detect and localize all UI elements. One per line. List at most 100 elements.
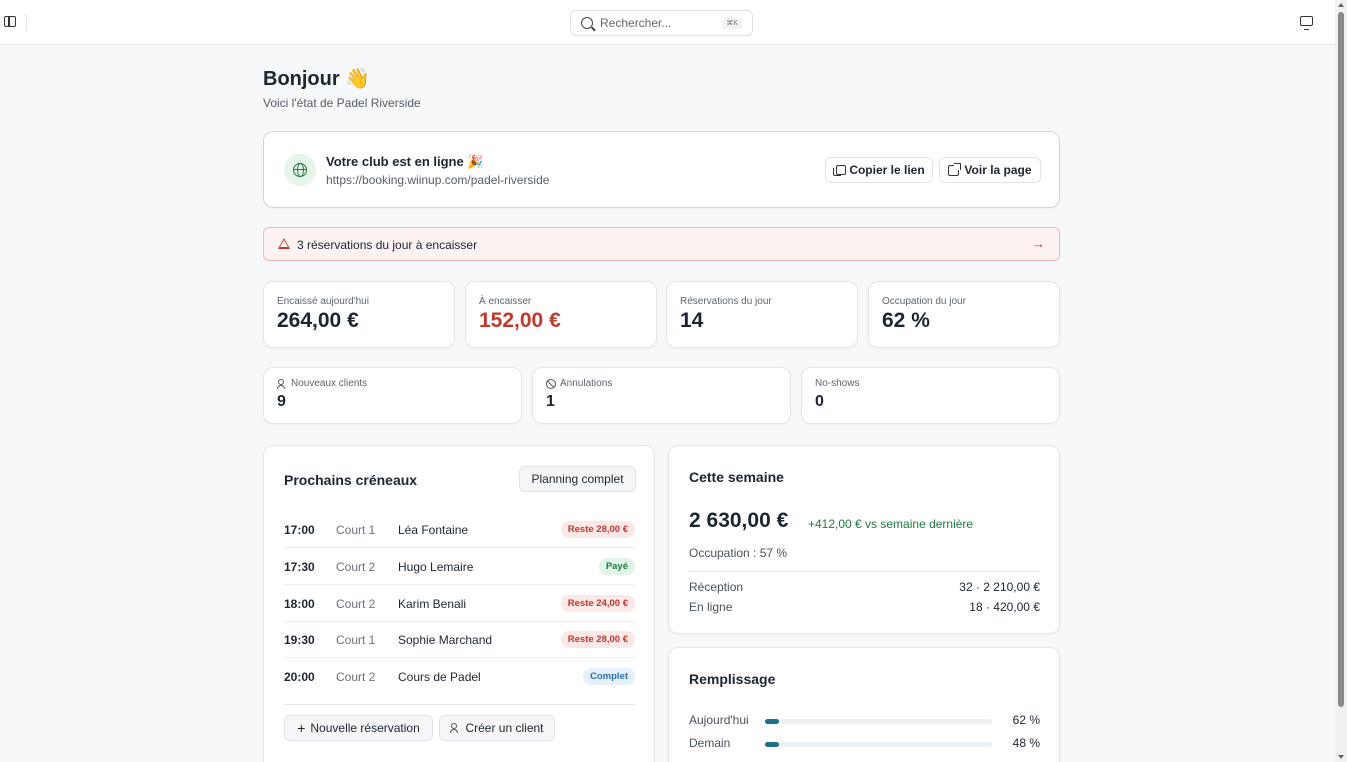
stat-label: Annulations [560,378,613,389]
topbar-divider [26,14,27,30]
full-planning-button[interactable]: Planning complet [519,466,636,492]
slot-time: 17:00 [284,523,315,537]
slot-client-name: Hugo Lemaire [398,560,474,574]
slots-title: Prochains créneaux [284,472,418,488]
stat-label-row: Annulations [546,378,612,389]
arrow-right-icon: → [1032,236,1045,251]
create-client-label: Créer un client [465,721,544,735]
slot-row[interactable]: 17:00 Court 1 Léa Fontaine Reste 28,00 € [284,511,635,548]
view-page-button[interactable]: Voir la page [939,157,1041,183]
slot-time: 17:30 [284,560,315,574]
slot-time: 18:00 [284,597,315,611]
fill-label: Demain [689,736,731,750]
this-week-card: Cette semaine 2 630,00 € +412,00 € vs se… [668,445,1060,634]
stat-value: 9 [277,393,286,410]
reception-row: Réception 32 · 2 210,00 € [689,580,1040,594]
slot-time: 20:00 [284,670,315,684]
booking-url: https://booking.wiinup.com/padel-riversi… [326,173,550,187]
scrollbar-thumb[interactable] [1338,12,1344,707]
stat-value: 264,00 € [277,309,359,332]
create-client-button[interactable]: Créer un client [439,715,555,741]
slot-row[interactable]: 20:00 Court 2 Cours de Padel Complet [284,658,635,695]
search-icon [581,17,593,29]
payment-status-badge: Payé [598,558,635,575]
reception-label: Réception [689,580,744,594]
online-title: Votre club est en ligne 🎉 [326,154,484,169]
slot-row[interactable]: 17:30 Court 2 Hugo Lemaire Payé [284,548,635,585]
ban-icon [546,378,556,389]
external-link-icon [948,162,962,176]
globe-icon [284,154,316,186]
week-revenue-delta: +412,00 € vs semaine dernière [808,517,974,531]
online-label: En ligne [689,600,733,614]
slots-divider [284,704,635,705]
stat-label: No-shows [815,378,860,389]
search-placeholder: Rechercher... [600,16,672,30]
reception-value: 32 · 2 210,00 € [959,580,1040,594]
alert-text: 3 réservations du jour à encaisser [297,238,478,252]
stat-label: Nouveaux clients [291,378,368,389]
slot-client-name: Karim Benali [398,597,467,611]
slot-client-name: Sophie Marchand [398,633,493,647]
capacity-status-badge: Complet [583,668,635,685]
search-shortcut: ⌘K [722,17,742,29]
stat-card-to-collect: À encaisser 152,00 € [465,281,657,348]
scrollbar[interactable] [1335,0,1347,762]
scroll-up-arrow-icon[interactable] [1338,3,1344,7]
new-booking-button[interactable]: + Nouvelle réservation [284,715,433,741]
fill-progress-track [765,742,992,747]
stat-card-occupation-today: Occupation du jour 62 % [868,281,1060,348]
search-input[interactable]: Rechercher... ⌘K [570,10,753,36]
payment-status-badge: Reste 28,00 € [560,521,635,538]
stat-card-new-clients: Nouveaux clients 9 [263,367,522,424]
scroll-down-arrow-icon[interactable] [1338,755,1344,759]
stat-label-row: Nouveaux clients [277,378,367,389]
fill-row: Aujourd'hui 62 % [689,713,1040,729]
stat-label: Occupation du jour [882,296,966,307]
payment-status-badge: Reste 28,00 € [560,631,635,648]
slot-court: Court 1 [336,633,376,647]
slot-court: Court 2 [336,670,376,684]
stat-card-no-shows: No-shows 0 [801,367,1060,424]
warning-icon [278,238,290,249]
slot-court: Court 1 [336,523,376,537]
slot-client-name: Léa Fontaine [398,523,469,537]
payment-alert[interactable]: 3 réservations du jour à encaisser → [263,227,1060,261]
online-status-card: Votre club est en ligne 🎉 https://bookin… [263,131,1060,208]
stat-card-collected-today: Encaissé aujourd'hui 264,00 € [263,281,455,348]
slot-row[interactable]: 18:00 Court 2 Karim Benali Reste 24,00 € [284,585,635,622]
stat-value: 62 % [882,309,930,332]
plus-icon: + [297,720,306,736]
stat-value: 1 [546,393,555,410]
stat-label: Réservations du jour [680,296,772,307]
view-page-label: Voir la page [964,163,1032,177]
fill-percent: 62 % [1012,713,1040,727]
stat-label: À encaisser [479,296,532,307]
new-booking-label: Nouvelle réservation [310,721,420,735]
week-divider [689,571,1040,572]
page-subtitle: Voici l'état de Padel Riverside [263,96,421,110]
copy-icon [833,164,847,176]
monitor-icon[interactable] [1300,16,1313,30]
stat-value: 152,00 € [479,309,561,332]
slot-client-name: Cours de Padel [398,670,481,684]
payment-status-badge: Reste 24,00 € [560,595,635,612]
fill-progress-track [765,719,992,724]
online-value: 18 · 420,00 € [969,600,1040,614]
fill-percent: 48 % [1012,736,1040,750]
week-occupation: Occupation : 57 % [689,546,788,560]
slot-row[interactable]: 19:30 Court 1 Sophie Marchand Reste 28,0… [284,621,635,658]
stat-label: Encaissé aujourd'hui [277,296,369,307]
copy-link-label: Copier le lien [849,163,925,177]
fill-title: Remplissage [689,671,776,687]
stat-value: 0 [815,393,824,410]
week-revenue: 2 630,00 € [689,509,789,532]
slot-court: Court 2 [336,560,376,574]
slot-court: Court 2 [336,597,376,611]
fill-row: Demain 48 % [689,736,1040,752]
slot-time: 19:30 [284,633,315,647]
copy-link-button[interactable]: Copier le lien [825,157,933,183]
fill-progress-bar [765,719,779,724]
upcoming-slots-card: Prochains créneaux Planning complet 17:0… [263,445,655,762]
sidebar-toggle-icon[interactable] [4,16,16,27]
